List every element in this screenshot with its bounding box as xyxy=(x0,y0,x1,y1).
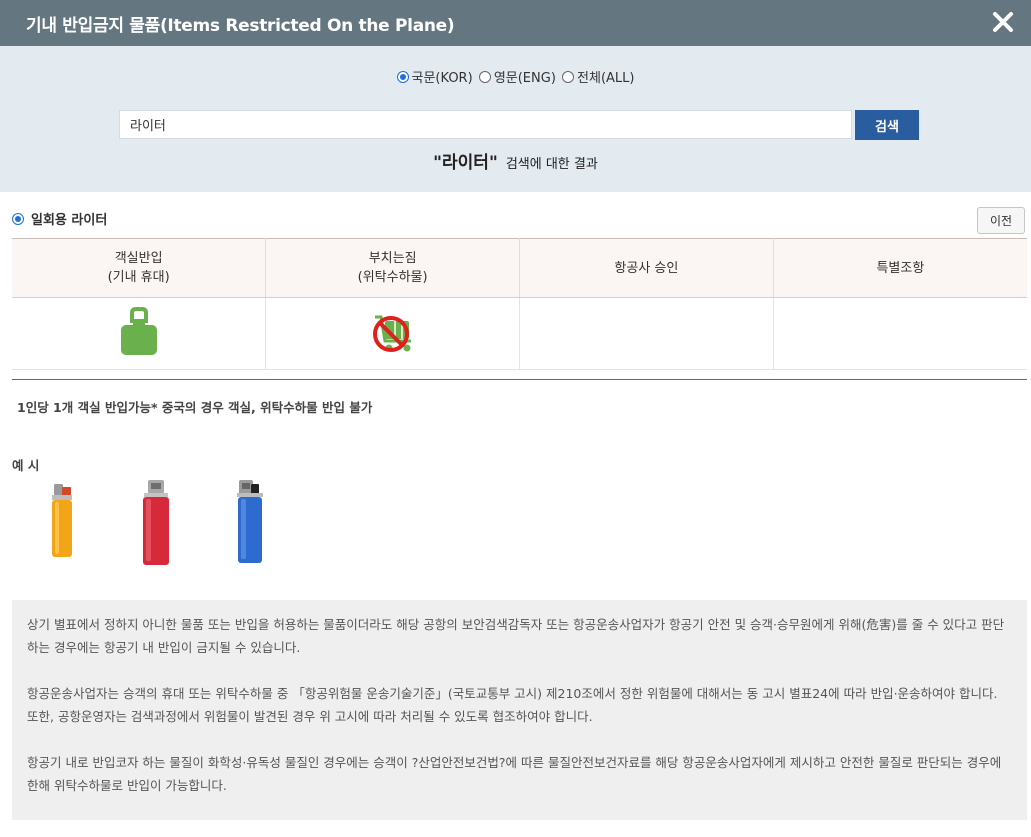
notice-paragraph: 항공기 내로 반입코자 하는 물질이 화학성·유독성 물질인 경우에는 승객이 … xyxy=(27,755,1002,793)
notice-box: 상기 별표에서 정하지 아니한 물품 또는 반입을 허용하는 물품이더라도 해당… xyxy=(12,600,1027,820)
radio-selected-icon[interactable] xyxy=(396,70,409,83)
language-option-all[interactable]: 전체(ALL) xyxy=(562,67,634,86)
notice-paragraph: 상기 별표에서 정하지 아니한 물품 또는 반입을 허용하는 물품이더라도 해당… xyxy=(27,617,1005,655)
checked-baggage-forbidden-icon xyxy=(372,315,411,352)
header-cabin: 객실반입 (기내 휴대) xyxy=(12,238,267,298)
cell-special xyxy=(773,297,1027,370)
rules-table: 객실반입 (기내 휴대) 부치는짐 (위탁수하물) 항공사 승인 특별조항 xyxy=(12,238,1027,370)
cell-checked xyxy=(265,297,520,370)
cabin-bag-allowed-icon xyxy=(120,306,157,355)
dialog-header: 기내 반입금지 물품(Items Restricted On the Plane… xyxy=(0,0,1031,46)
item-name: 일회용 라이터 xyxy=(31,213,108,228)
language-option-eng[interactable]: 영문(ENG) xyxy=(478,67,556,86)
radio-icon[interactable] xyxy=(478,70,491,83)
lighter-yellow-image xyxy=(52,484,72,557)
example-label: 예 시 xyxy=(12,458,40,473)
item-option[interactable]: 일회용 라이터 xyxy=(12,209,107,228)
search-result-heading: "라이터" 검색에 대한 결과 xyxy=(0,148,1031,173)
header-checked: 부치는짐 (위탁수하물) xyxy=(265,238,520,298)
result-suffix: 검색에 대한 결과 xyxy=(505,157,598,172)
lighter-blue-image xyxy=(237,480,263,563)
item-note: 1인당 1개 객실 반입가능* 중국의 경우 객실, 위탁수하물 반입 불가 xyxy=(17,400,373,415)
section-divider xyxy=(12,379,1027,380)
notice-paragraph: 항공운송사업자는 승객의 휴대 또는 위탁수하물 중 「항공위험물 운송기술기준… xyxy=(27,686,998,724)
radio-icon[interactable] xyxy=(562,70,575,83)
previous-button[interactable]: 이전 xyxy=(977,207,1025,234)
table-header-row: 객실반입 (기내 휴대) 부치는짐 (위탁수하물) 항공사 승인 특별조항 xyxy=(12,238,1027,298)
radio-selected-icon[interactable] xyxy=(12,212,24,225)
language-selector: 국문(KOR) 영문(ENG) 전체(ALL) xyxy=(0,67,1031,87)
search-input[interactable] xyxy=(119,110,852,139)
close-icon[interactable] xyxy=(990,9,1016,35)
search-button[interactable]: 검색 xyxy=(855,110,919,140)
cell-airline-approval xyxy=(519,297,774,370)
language-option-kor[interactable]: 국문(KOR) xyxy=(396,67,473,86)
table-row xyxy=(12,297,1027,370)
lighter-red-image xyxy=(143,480,169,565)
result-query: "라이터" xyxy=(433,153,498,173)
header-special: 특별조항 xyxy=(773,238,1027,298)
search-panel: 국문(KOR) 영문(ENG) 전체(ALL) 검색 "라이터" 검색에 대한 결… xyxy=(0,46,1031,192)
header-airline-approval: 항공사 승인 xyxy=(519,238,774,298)
dialog-title: 기내 반입금지 물품(Items Restricted On the Plane… xyxy=(26,16,455,36)
cell-cabin xyxy=(12,297,267,370)
